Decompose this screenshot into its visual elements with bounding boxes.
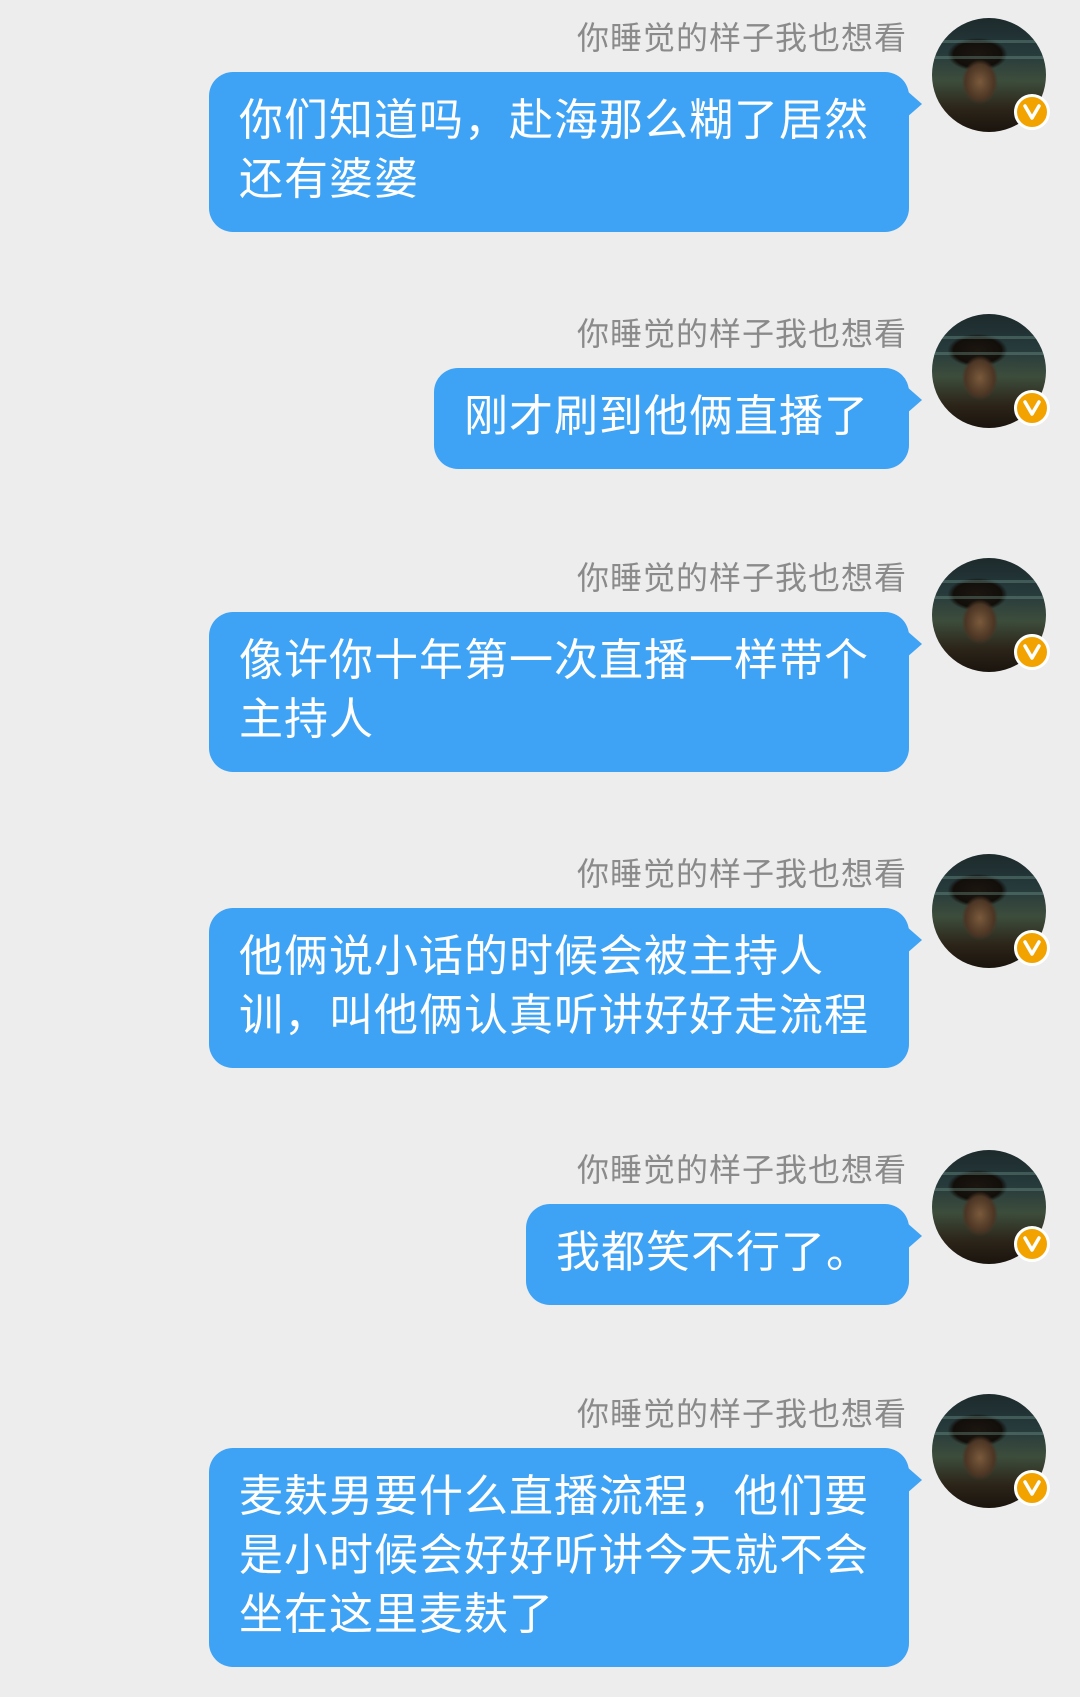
sender-name: 你睡觉的样子我也想看 — [576, 19, 907, 57]
message-bubble[interactable]: 像许你十年第一次直播一样带个 主持人 — [209, 612, 909, 772]
chat-message-list[interactable]: 你睡觉的样子我也想看 你们知道吗，赴海那么糊了居然 还有婆婆 你睡觉的样子我也想… — [0, 0, 1080, 1697]
sender-name: 你睡觉的样子我也想看 — [576, 855, 907, 893]
message-text-line: 训，叫他俩认真听讲好好走流程 — [239, 990, 869, 1041]
sender-avatar[interactable] — [932, 558, 1050, 672]
sender-name: 你睡觉的样子我也想看 — [576, 559, 907, 597]
message-text-line: 还有婆婆 — [239, 154, 419, 205]
verified-badge-icon — [1014, 390, 1050, 426]
sender-avatar[interactable] — [932, 314, 1050, 428]
verified-badge-icon — [1014, 94, 1050, 130]
verified-badge-icon — [1014, 1226, 1050, 1262]
message-bubble[interactable]: 我都笑不行了。 — [526, 1204, 909, 1305]
verified-badge-icon — [1014, 634, 1050, 670]
message-text-line: 他俩说小话的时候会被主持人 — [239, 931, 824, 982]
verified-badge-icon — [1014, 1470, 1050, 1506]
message-text-line: 主持人 — [239, 694, 374, 745]
sender-avatar[interactable] — [932, 1150, 1050, 1264]
message-bubble[interactable]: 麦麸男要什么直播流程，他们要 是小时候会好好听讲今天就不会 坐在这里麦麸了 — [209, 1448, 909, 1667]
message-text-line: 坐在这里麦麸了 — [239, 1589, 554, 1640]
sender-avatar[interactable] — [932, 18, 1050, 132]
message-text-line: 你们知道吗，赴海那么糊了居然 — [239, 95, 869, 146]
verified-badge-icon — [1014, 930, 1050, 966]
sender-avatar[interactable] — [932, 1394, 1050, 1508]
sender-name: 你睡觉的样子我也想看 — [576, 1395, 907, 1433]
sender-name: 你睡觉的样子我也想看 — [576, 315, 907, 353]
message-bubble[interactable]: 刚才刷到他俩直播了 — [434, 368, 909, 469]
message-text-line: 是小时候会好好听讲今天就不会 — [239, 1530, 869, 1581]
message-text-line: 像许你十年第一次直播一样带个 — [239, 635, 869, 686]
message-text-line: 我都笑不行了。 — [556, 1227, 871, 1278]
message-bubble[interactable]: 你们知道吗，赴海那么糊了居然 还有婆婆 — [209, 72, 909, 232]
sender-name: 你睡觉的样子我也想看 — [576, 1151, 907, 1189]
message-text-line: 刚才刷到他俩直播了 — [464, 391, 869, 442]
message-text-line: 麦麸男要什么直播流程，他们要 — [239, 1471, 869, 1522]
message-bubble[interactable]: 他俩说小话的时候会被主持人 训，叫他俩认真听讲好好走流程 — [209, 908, 909, 1068]
sender-avatar[interactable] — [932, 854, 1050, 968]
